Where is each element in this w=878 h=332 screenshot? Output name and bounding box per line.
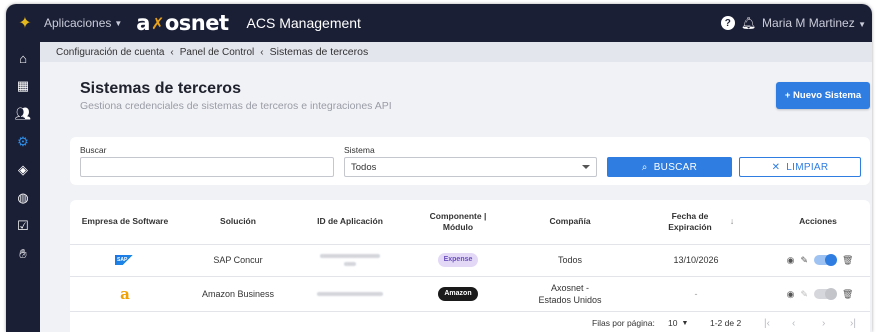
empresa-cell: SAP [70,245,180,275]
systems-table: Empresa de Software Solución ID de Aplic… [70,200,870,332]
active-toggle[interactable] [813,253,837,266]
apps-menu-label: Aplicaciones [44,16,112,30]
id-app-cell-redacted [305,245,395,275]
clear-button-label: LIMPIAR [786,161,829,173]
header-fecha[interactable]: Fecha de Expiración [658,200,722,244]
sidebar: ⌂ ▦ 👥︎ ⚙ ◈ ◍ ☑ ✋︎ [6,42,40,332]
top-bar: ✦ Aplicaciones ▼ a ✗ osnet ACS Management … [6,4,872,42]
main-content: Sistemas de terceros Gestiona credencial… [40,62,872,332]
building-icon[interactable]: ▦ [6,72,40,100]
help-icon[interactable]: ? [720,16,735,30]
user-name: Maria M Martinez [762,16,855,30]
app-title: ACS Management [246,15,361,31]
system-select-value: Todos [351,161,377,173]
brand-logo: a ✗ osnet [136,11,229,35]
close-icon: ✕ [771,161,781,173]
breadcrumb: Configuración de cuenta ‹ Panel de Contr… [40,42,872,62]
header-empresa: Empresa de Software [81,216,169,227]
first-page-icon[interactable]: |‹ [764,314,770,332]
eye-icon[interactable]: ◉ [787,288,795,300]
header-fecha-label: Fecha de Expiración [668,210,712,232]
breadcrumb-item[interactable]: Panel de Control [180,47,255,58]
id-app-cell-redacted [305,277,395,311]
header-componente: Componente | Módulo [429,210,487,232]
gear-icon[interactable]: ⚙ [6,128,40,156]
app-window: ✦ Aplicaciones ▼ a ✗ osnet ACS Management … [6,4,872,332]
solucion-cell: Amazon Business [201,288,275,299]
rows-per-page-value: 10 [668,318,678,328]
solucion-cell: SAP Concur [213,254,263,265]
header-solucion: Solución [220,216,256,227]
search-input[interactable] [80,157,334,177]
row-divider [70,311,870,312]
system-label: Sistema [344,145,375,155]
empresa-cell: a [70,277,180,311]
component-badge: Amazon [438,287,478,301]
page-range: 1-2 de 2 [710,318,742,328]
screen: ✦ Aplicaciones ▼ a ✗ osnet ACS Management … [0,0,878,332]
search-button-label: BUSCAR [653,161,698,173]
amazon-logo: a [120,284,130,303]
chevron-down-icon: ▼ [681,319,689,327]
header-compania: Compañía [549,216,591,227]
fecha-cell: 13/10/2026 [673,254,719,265]
chevron-left-icon: ‹ [260,46,264,58]
trash-icon[interactable]: 🗑︎ [842,254,853,266]
componente-cell: Expense [418,245,498,275]
last-page-icon[interactable]: ›| [850,314,856,332]
bell-icon[interactable]: 🔔︎ [741,16,756,30]
globe-icon[interactable]: ◍ [6,184,40,212]
search-icon: ⌕ [641,161,648,173]
pencil-icon[interactable]: ✎ [800,288,808,300]
user-area: ? 🔔︎ Maria M Martinez ▼ [720,4,866,42]
breadcrumb-current: Sistemas de terceros [269,46,369,58]
pencil-icon[interactable]: ✎ [800,254,808,266]
system-select[interactable]: Todos [344,157,597,177]
apps-menu[interactable]: Aplicaciones ▼ [44,16,122,30]
breadcrumb-item[interactable]: Configuración de cuenta [56,47,164,58]
eye-icon[interactable]: ◉ [787,254,795,266]
header-acciones: Acciones [799,216,837,227]
layers-icon[interactable]: ◈ [6,156,40,184]
sort-arrow-icon[interactable]: ↓ [725,200,739,244]
prev-page-icon[interactable]: ‹ [792,314,795,332]
handshake-icon[interactable]: ✋︎ [6,240,40,268]
header-id-app: ID de Aplicación [317,216,383,227]
chevron-down-icon [582,165,590,169]
users-icon[interactable]: 👥︎ [6,100,40,128]
chevron-left-icon: ‹ [170,46,174,58]
home-icon[interactable]: ⌂ [6,44,40,72]
search-label: Buscar [80,145,107,155]
rows-per-page-label: Filas por página: [592,318,655,328]
trash-icon[interactable]: 🗑︎ [842,288,853,300]
filter-panel: Buscar Sistema Todos ⌕ BUSCAR ✕ LIMPIAR [70,137,870,185]
actions-cell: ◉ ✎ 🗑︎ [778,277,862,311]
compania-cell: Axosnet - Estados Unidos [538,282,602,305]
componente-cell: Amazon [418,277,498,311]
chevron-down-icon: ▼ [114,18,123,28]
user-menu[interactable]: Maria M Martinez ▼ [762,16,866,30]
rows-per-page-select[interactable]: 10 ▼ [668,314,688,332]
search-button[interactable]: ⌕ BUSCAR [607,157,732,177]
active-toggle[interactable] [813,287,837,300]
actions-cell: ◉ ✎ 🗑︎ [778,245,862,275]
next-page-icon[interactable]: › [822,314,825,332]
chevron-down-icon: ▼ [858,20,866,29]
compania-cell: Todos [557,254,583,265]
launcher-icon[interactable]: ✦ [14,4,36,42]
sap-logo: SAP [115,255,135,265]
page-subtitle: Gestiona credenciales de sistemas de ter… [80,100,392,112]
page-title: Sistemas de terceros [80,80,241,97]
fecha-cell: - [694,288,698,299]
component-badge: Expense [437,253,479,267]
clipboard-check-icon[interactable]: ☑ [6,212,40,240]
clear-button[interactable]: ✕ LIMPIAR [739,157,861,177]
new-system-button[interactable]: + Nuevo Sistema [776,82,870,109]
